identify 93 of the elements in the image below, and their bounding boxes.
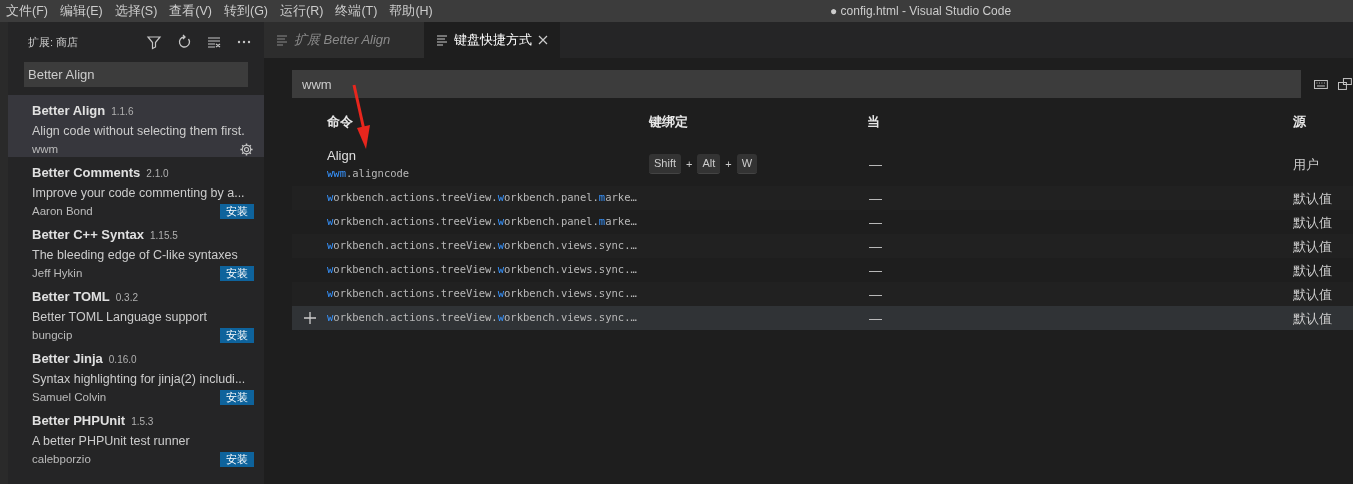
version-label: 2.1.0 <box>146 167 169 181</box>
close-icon[interactable] <box>538 35 548 45</box>
command-id: workbench.actions.treeView.workbench.views.sync.… <box>327 310 638 326</box>
extension-item[interactable]: Better PHPUnit 1.5.3 A better PHPUnit test runner calebporzio 安装 <box>8 405 264 467</box>
install-button[interactable]: 安装 <box>220 266 254 282</box>
tab-label: 键盘快捷方式 <box>454 31 532 50</box>
extension-description: A better PHPUnit test runner <box>32 432 191 450</box>
lines-icon <box>436 34 448 46</box>
command-title: Align <box>327 147 357 166</box>
install-button[interactable]: 安装 <box>220 328 254 344</box>
author-label: bungcip <box>32 328 73 344</box>
author-label: wwm <box>32 142 59 158</box>
version-label: 0.3.2 <box>115 291 138 305</box>
extension-name: Better PHPUnit <box>32 412 126 430</box>
key-label: W <box>736 154 758 174</box>
menu-item[interactable]: 运行(R) <box>274 1 330 21</box>
command-id: workbench.actions.treeView.workbench.panel.marke… <box>327 214 638 230</box>
when-cell: — <box>869 263 882 278</box>
version-label: 1.1.6 <box>111 105 134 119</box>
version-label: 0.16.0 <box>108 353 137 367</box>
editor-tab[interactable]: 键盘快捷方式 <box>424 22 560 58</box>
window-title: ● config.html - Visual Studio Code <box>830 3 1012 20</box>
extension-description: Align code without selecting them first. <box>32 122 246 140</box>
command-id: workbench.actions.treeView.workbench.views.sync.… <box>327 262 638 278</box>
install-button[interactable]: 安装 <box>220 390 254 406</box>
add-icon[interactable] <box>302 311 317 325</box>
menu-item[interactable]: 帮助(H) <box>383 1 439 21</box>
extension-name: Better TOML <box>32 288 110 306</box>
menu-item[interactable]: 转到(G) <box>218 1 275 21</box>
editor-tab[interactable]: 扩展 Better Align <box>264 22 424 58</box>
when-cell: — <box>869 239 882 254</box>
source-cell: 用户 <box>1293 157 1319 172</box>
install-button[interactable]: 安装 <box>220 452 254 468</box>
windows-icon[interactable] <box>1337 76 1353 92</box>
extension-description: Improve your code commenting by a... <box>32 184 246 202</box>
plus-label: + <box>686 156 693 172</box>
extension-item[interactable]: Better Align 1.1.6 Align code without selecting them first. wwm <box>8 95 264 157</box>
key-label: Alt <box>697 154 721 174</box>
command-id: workbench.actions.treeView.workbench.panel.marke… <box>327 190 638 206</box>
plus-label: + <box>725 156 732 172</box>
author-label: Jeff Hykin <box>32 266 83 282</box>
when-cell: — <box>869 191 882 206</box>
extension-item[interactable]: Better Jinja 0.16.0 Syntax highlighting for jinja(2) includi... Samuel Colvin 安装 <box>8 343 264 405</box>
extension-item[interactable]: Better C++ Syntax 1.15.5 The bleeding edge of C-like syntaxes Jeff Hykin 安装 <box>8 219 264 281</box>
extension-name: Better Comments <box>32 164 141 182</box>
author-label: Aaron Bond <box>32 204 93 220</box>
when-cell: — <box>869 311 882 326</box>
when-cell: — <box>869 157 882 172</box>
key-label: Shift <box>649 154 681 174</box>
tab-label: 扩展 Better Align <box>294 31 391 50</box>
extension-description: Better TOML Language support <box>32 308 208 326</box>
arrow-annotation <box>352 84 372 150</box>
filter-icon[interactable] <box>146 34 162 50</box>
source-cell: 默认值 <box>1293 215 1332 230</box>
install-button[interactable]: 安装 <box>220 204 254 220</box>
source-cell: 默认值 <box>1293 263 1332 278</box>
version-label: 1.5.3 <box>131 415 154 429</box>
author-label: calebporzio <box>32 452 91 468</box>
menu-item[interactable]: 选择(S) <box>108 1 164 21</box>
column-header: 命令 <box>327 114 353 130</box>
extension-description: Syntax highlighting for jinja(2) includi... <box>32 370 247 388</box>
source-cell: 默认值 <box>1293 287 1332 302</box>
column-header: 源 <box>1293 114 1306 130</box>
lines-icon <box>276 34 288 46</box>
column-header: 当 <box>867 114 880 130</box>
menu-item[interactable]: 文件(F) <box>0 1 54 21</box>
version-label: 1.15.5 <box>150 229 178 243</box>
source-cell: 默认值 <box>1293 311 1332 326</box>
extension-name: Better Align <box>32 102 106 120</box>
refresh-icon[interactable] <box>176 34 192 50</box>
when-cell: — <box>869 215 882 230</box>
keybinding-row[interactable]: workbench.actions.treeView.workbench.views.sync.… — 默认值 <box>292 306 1353 330</box>
extension-name: Better C++ Syntax <box>32 226 144 244</box>
menu-item[interactable]: 终端(T) <box>329 1 384 21</box>
extension-name: Better Jinja <box>32 350 103 368</box>
sidebar-title: 扩展: 商店 <box>28 34 80 50</box>
command-id: wwm.aligncode <box>327 165 411 181</box>
menu-item[interactable]: 编辑(E) <box>53 1 109 21</box>
command-id: workbench.actions.treeView.workbench.views.sync.… <box>327 238 638 254</box>
extension-item[interactable]: Better TOML 0.3.2 Better TOML Language support bungcip 安装 <box>8 281 264 343</box>
extension-description: The bleeding edge of C-like syntaxes <box>32 246 239 264</box>
settings-icon[interactable] <box>239 142 254 158</box>
search-field[interactable]: Better Align <box>24 62 248 87</box>
menu-item[interactable]: 查看(V) <box>163 1 218 21</box>
source-cell: 默认值 <box>1293 239 1332 254</box>
clear-list-icon[interactable] <box>206 34 222 50</box>
author-label: Samuel Colvin <box>32 390 107 406</box>
when-cell: — <box>869 287 882 302</box>
search-field[interactable]: wwm <box>292 70 1302 98</box>
command-id: workbench.actions.treeView.workbench.views.sync.… <box>327 286 638 302</box>
column-header: 键绑定 <box>649 114 688 130</box>
source-cell: 默认值 <box>1293 191 1332 206</box>
extension-item[interactable]: Better Comments 2.1.0 Improve your code commenting by a... Aaron Bond 安装 <box>8 157 264 219</box>
